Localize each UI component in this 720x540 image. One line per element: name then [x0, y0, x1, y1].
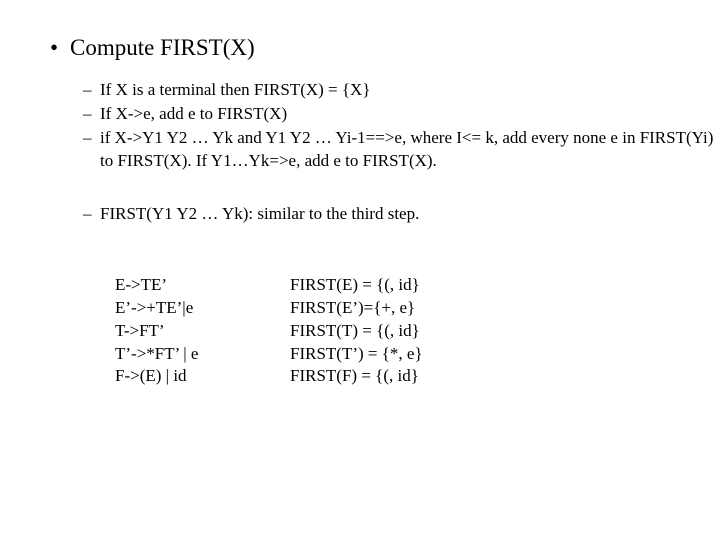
first-sets-column: FIRST(E) = {(, id} FIRST(E’)={+, e} FIRS…: [290, 274, 423, 389]
rule-item: FIRST(Y1 Y2 … Yk): similar to the third …: [100, 203, 720, 226]
first-line: FIRST(E) = {(, id}: [290, 274, 423, 297]
first-line: FIRST(E’)={+, e}: [290, 297, 423, 320]
grammar-line: F->(E) | id: [115, 365, 290, 388]
first-line: FIRST(F) = {(, id}: [290, 365, 423, 388]
grammar-line: T’->*FT’ | e: [115, 343, 290, 366]
example-columns: E->TE’ E’->+TE’|e T->FT’ T’->*FT’ | e F-…: [115, 274, 720, 389]
grammar-column: E->TE’ E’->+TE’|e T->FT’ T’->*FT’ | e F-…: [115, 274, 290, 389]
grammar-line: E->TE’: [115, 274, 290, 297]
rule-item: If X is a terminal then FIRST(X) = {X}: [100, 79, 720, 102]
rule-item: if X->Y1 Y2 … Yk and Y1 Y2 … Yi-1==>e, w…: [100, 127, 720, 173]
rule-item: If X->e, add e to FIRST(X): [100, 103, 720, 126]
first-line: FIRST(T’) = {*, e}: [290, 343, 423, 366]
grammar-line: T->FT’: [115, 320, 290, 343]
first-line: FIRST(T) = {(, id}: [290, 320, 423, 343]
rules-list: If X is a terminal then FIRST(X) = {X} I…: [100, 79, 720, 226]
grammar-line: E’->+TE’|e: [115, 297, 290, 320]
main-heading: Compute FIRST(X): [70, 35, 720, 61]
